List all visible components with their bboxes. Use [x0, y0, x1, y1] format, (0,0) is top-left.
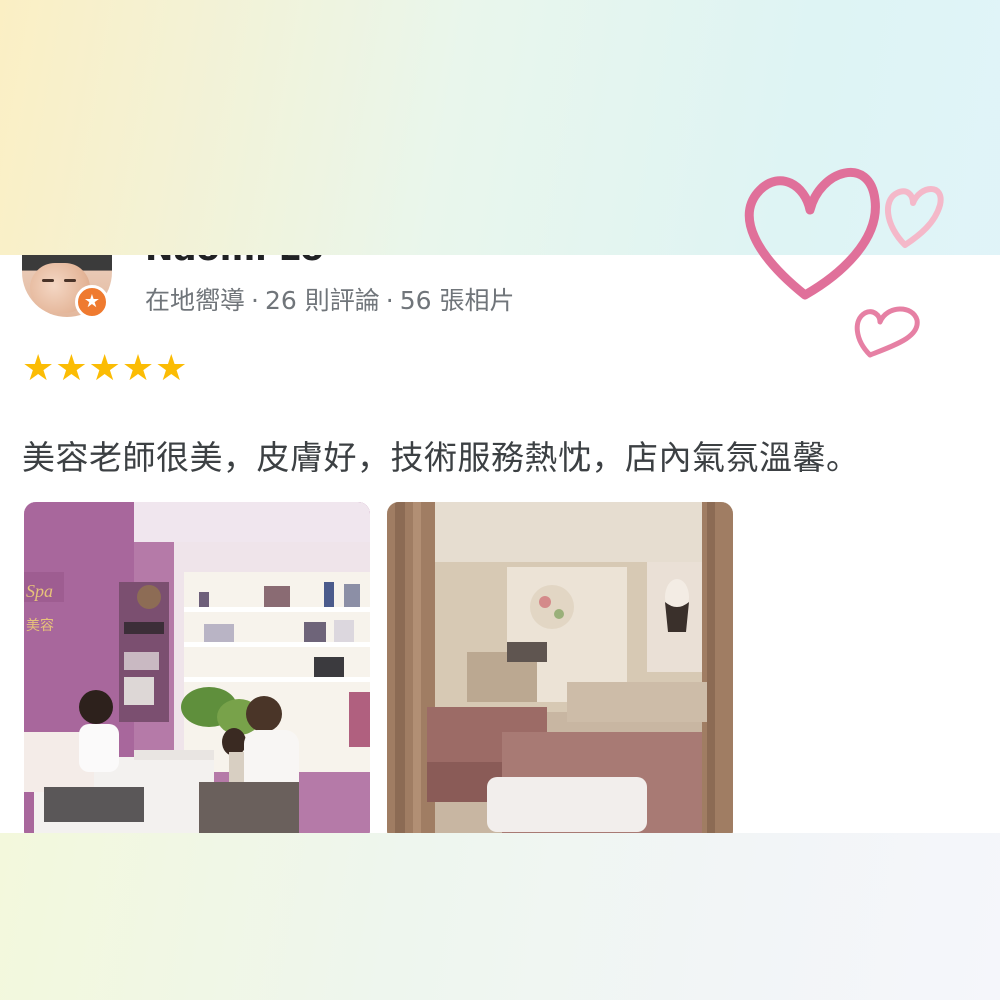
meta-separator: · [385, 286, 394, 315]
meta-separator: · [251, 286, 259, 315]
bottom-background-band [0, 833, 1000, 1000]
screen: ★ Naomi Lo 在地嚮導·26 則評論·56 張相片 ★★★★★ 美容老師… [0, 0, 1000, 1000]
review-photo-treatment-room[interactable] [387, 502, 733, 833]
heart-icon [884, 186, 944, 248]
photo-count: 56 張相片 [399, 286, 515, 315]
avatar-eye-right [64, 279, 76, 282]
shop-sign-subtext: 美容 [26, 617, 54, 634]
hearts-decoration [744, 167, 944, 358]
shop-sign-text: Spa [26, 581, 53, 601]
review-text: 美容老師很美，皮膚好，技術服務熱忱，店內氣氛溫馨。 [22, 438, 860, 477]
star-rating: ★★★★★ [22, 348, 189, 389]
treatment-room-illustration [387, 502, 733, 833]
local-guide-badge-icon: ★ [75, 285, 109, 319]
reviewer-meta: 在地嚮導 · 26 則評論 · 56 張相片 [145, 281, 514, 317]
heart-icon [744, 167, 880, 300]
heart-icon [854, 306, 920, 358]
review-count: 26 則評論 [264, 286, 380, 315]
reception-illustration: Spa 美容 [24, 502, 370, 833]
review-photo-reception[interactable]: Spa 美容 [24, 502, 370, 833]
local-guide-level: 在地嚮導 [145, 286, 246, 315]
avatar-eye-left [42, 279, 54, 282]
reviewer-name[interactable]: Naomi Lo [145, 255, 324, 269]
